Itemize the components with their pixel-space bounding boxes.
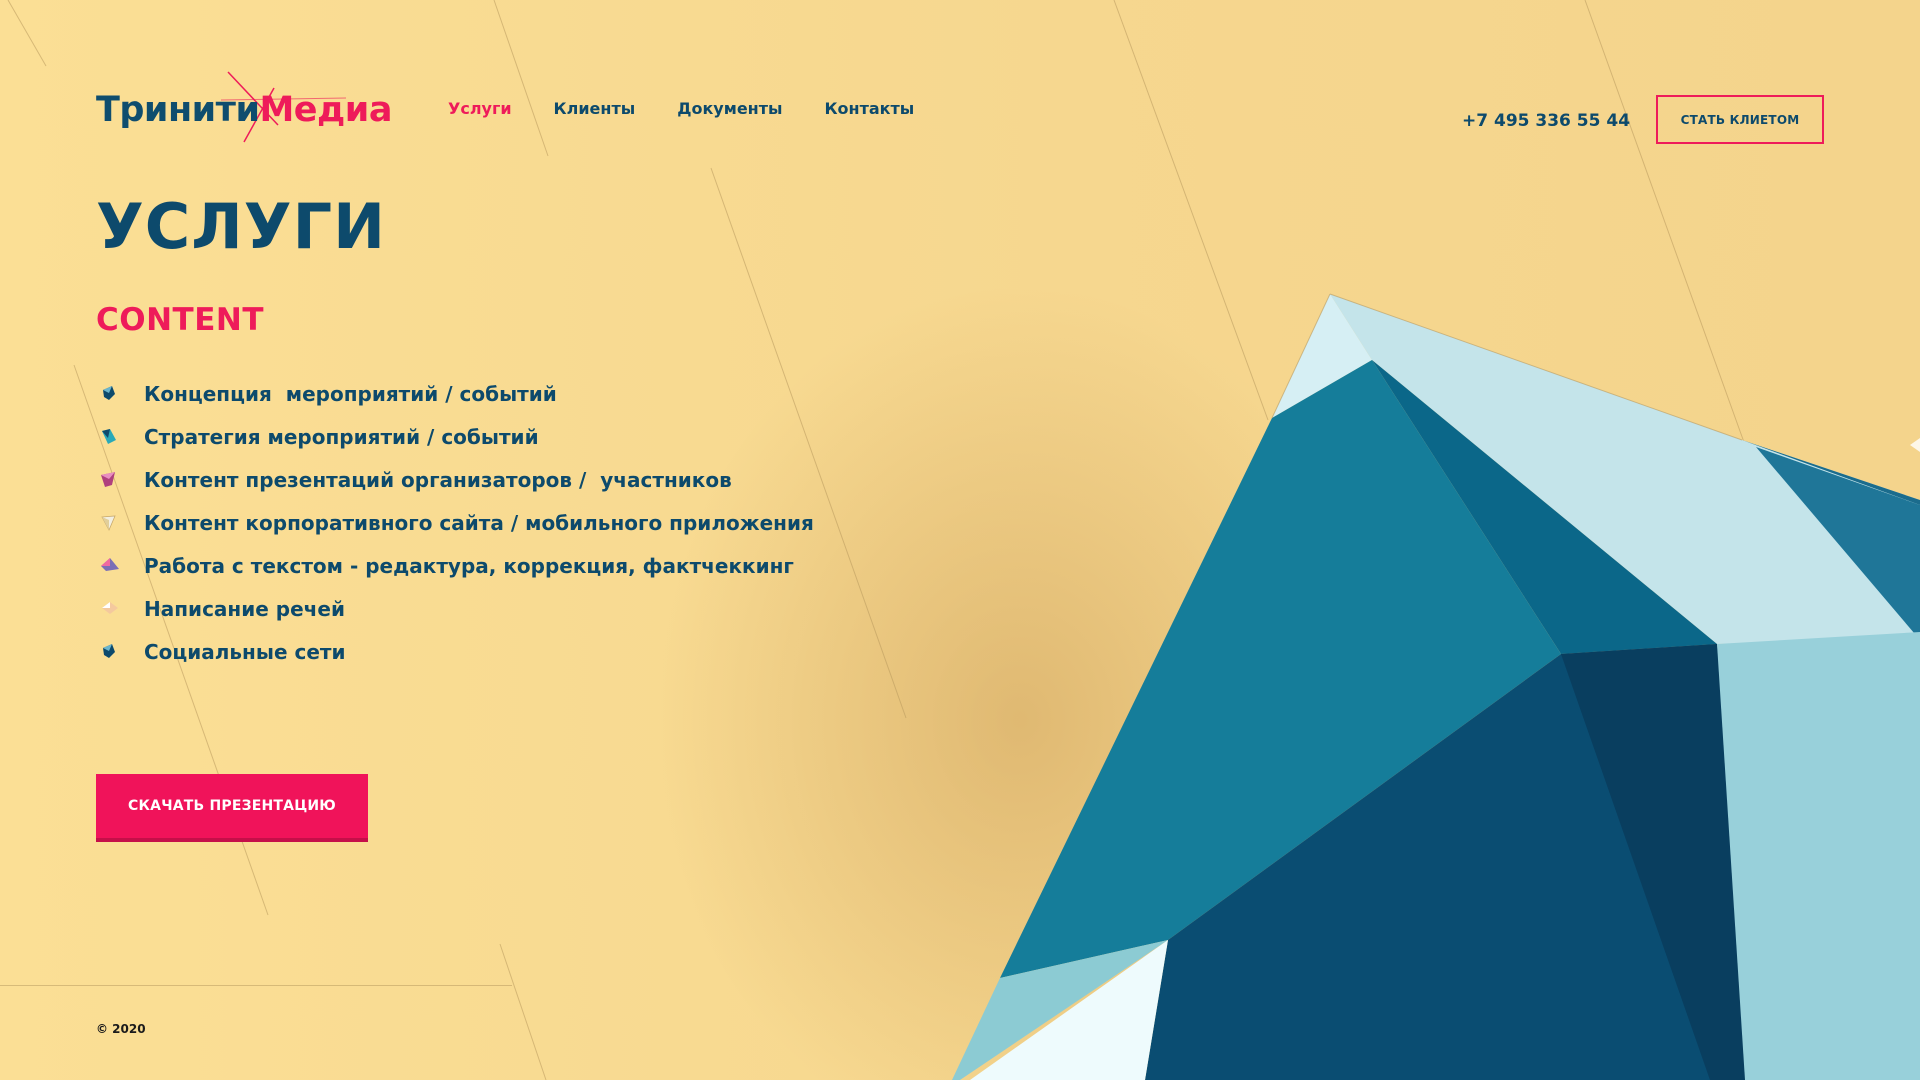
page-title: УСЛУГИ [96,190,386,263]
crystal-dark-icon [100,382,144,406]
nav-item-documents[interactable]: Документы [677,99,782,118]
list-item: Концепция мероприятий / событий [100,372,814,415]
footer-divider [0,985,512,986]
list-item: Работа с текстом - редактура, коррекция,… [100,544,814,587]
logo-wordmark: ТринитиМедиа [96,90,392,130]
service-label: Социальные сети [144,639,346,664]
crystal-violet-icon [100,554,144,578]
logo-part-2: Медиа [259,90,392,130]
copyright: © 2020 [96,1022,146,1036]
crystal-teal-icon [100,425,144,449]
service-label: Стратегия мероприятий / событий [144,424,539,449]
nav-item-clients[interactable]: Клиенты [554,99,636,118]
service-label: Работа с текстом - редактура, коррекция,… [144,553,794,578]
list-item: Контент корпоративного сайта / мобильног… [100,501,814,544]
download-presentation-button[interactable]: СКАЧАТЬ ПРЕЗЕНТАЦИЮ [96,774,368,842]
list-item: Социальные сети [100,630,814,673]
crystal-dark-icon [100,640,144,664]
section-title: CONTENT [96,302,264,338]
crystal-pink-icon [100,468,144,492]
crystal-light-icon [100,511,144,535]
service-label: Написание речей [144,596,345,621]
list-item: Контент презентаций организаторов / учас… [100,458,814,501]
nav-item-services[interactable]: Услуги [448,99,512,118]
crystal-peach-icon [100,597,144,621]
phone-link[interactable]: +7 495 336 55 44 [1462,111,1630,131]
nav-item-contacts[interactable]: Контакты [824,99,914,118]
services-list: Концепция мероприятий / событий Стратеги… [100,372,814,673]
service-label: Концепция мероприятий / событий [144,381,557,406]
main-nav: Услуги Клиенты Документы Контакты [448,99,914,118]
list-item: Стратегия мероприятий / событий [100,415,814,458]
brand-logo[interactable]: ТринитиМедиа [96,70,392,150]
become-client-button[interactable]: СТАТЬ КЛИЕТОМ [1656,95,1824,144]
logo-part-1: Тринити [96,90,260,130]
service-label: Контент презентаций организаторов / учас… [144,467,732,492]
list-item: Написание речей [100,587,814,630]
service-label: Контент корпоративного сайта / мобильног… [144,510,814,535]
